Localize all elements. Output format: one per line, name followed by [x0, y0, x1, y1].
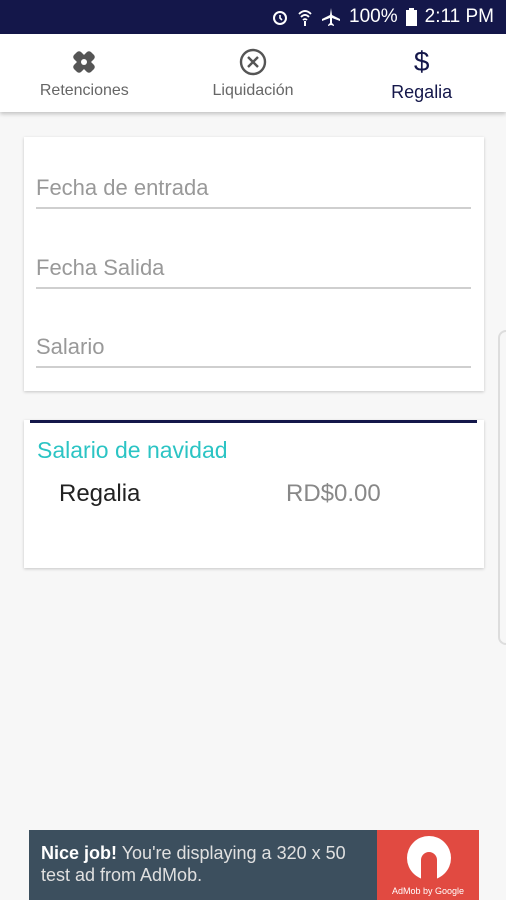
edge-panel-handle[interactable]	[498, 330, 506, 645]
airplane-mode-icon	[321, 7, 341, 27]
tab-retenciones[interactable]: Retenciones	[0, 34, 169, 112]
ad-bold-text: Nice job!	[41, 843, 118, 863]
tab-liquidacion[interactable]: Liquidación	[169, 34, 338, 112]
ad-text: Nice job! You're displaying a 320 x 50 t…	[29, 830, 377, 900]
result-card: Salario de navidad Regalia RD$0.00	[24, 420, 484, 568]
admob-brand-label: AdMob by Google	[391, 886, 465, 896]
tab-regalia[interactable]: $ Regalia	[337, 34, 506, 112]
regalia-value: RD$0.00	[286, 480, 381, 507]
salario-input[interactable]	[36, 330, 471, 364]
wifi-icon	[297, 8, 313, 26]
admob-logo: AdMob by Google	[377, 830, 479, 900]
tab-regalia-label: Regalia	[391, 82, 453, 102]
dollar-icon: $	[413, 46, 430, 77]
clock-time: 2:11 PM	[424, 6, 494, 27]
close-circle-icon	[238, 46, 268, 78]
fecha-salida-input[interactable]	[36, 251, 471, 285]
result-title: Salario de navidad	[37, 437, 228, 463]
alarm-icon	[271, 8, 289, 26]
ad-banner[interactable]: Nice job! You're displaying a 320 x 50 t…	[29, 830, 479, 900]
tab-bar: Retenciones Liquidación $ Regalia	[0, 34, 506, 112]
fecha-salida-field[interactable]	[36, 251, 471, 289]
bandage-icon	[69, 46, 99, 78]
fecha-entrada-field[interactable]	[36, 171, 471, 209]
result-divider	[30, 420, 477, 423]
battery-percent: 100%	[349, 6, 398, 27]
tab-retenciones-label: Retenciones	[39, 82, 129, 99]
input-card	[24, 137, 484, 391]
regalia-label: Regalia	[59, 480, 141, 507]
salario-field[interactable]	[36, 330, 471, 368]
status-bar: 100% 2:11 PM	[0, 0, 506, 34]
tab-liquidacion-label: Liquidación	[212, 82, 294, 99]
battery-icon	[405, 8, 417, 26]
fecha-entrada-input[interactable]	[36, 171, 471, 205]
